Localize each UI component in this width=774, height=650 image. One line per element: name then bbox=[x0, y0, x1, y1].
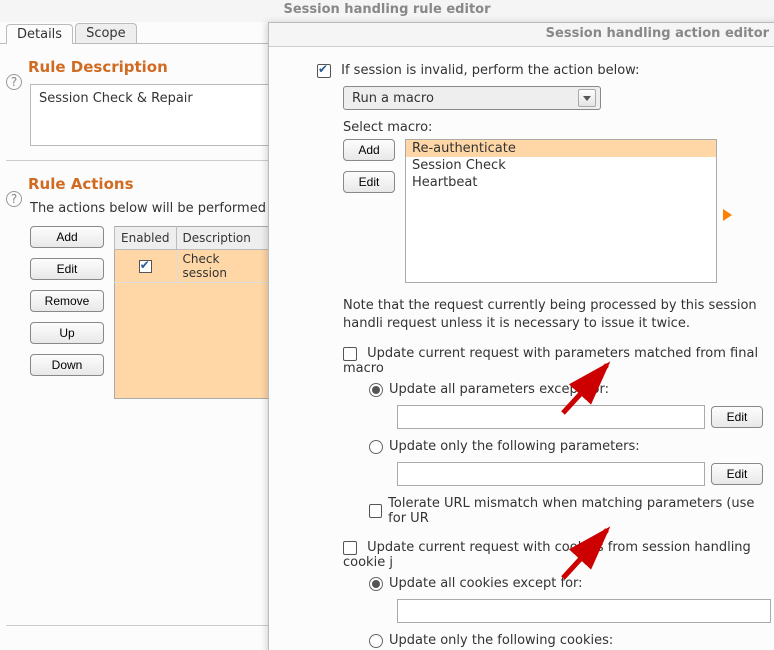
rule-window-title: Session handling rule editor bbox=[0, 0, 774, 22]
tolerate-url-checkbox[interactable] bbox=[369, 504, 382, 518]
help-icon[interactable]: ? bbox=[6, 74, 22, 90]
up-button[interactable]: Up bbox=[30, 322, 104, 344]
invalid-session-checkbox[interactable] bbox=[317, 64, 331, 78]
row-description: Check session bbox=[176, 250, 271, 283]
action-editor-window: Session handling action editor - If sess… bbox=[268, 22, 774, 650]
help-icon[interactable]: ? bbox=[6, 191, 22, 207]
tab-scope[interactable]: Scope bbox=[75, 23, 137, 43]
table-row[interactable]: Check session bbox=[115, 250, 272, 283]
invalid-session-label: If session is invalid, perform the actio… bbox=[341, 63, 639, 78]
remove-button[interactable]: Remove bbox=[30, 290, 104, 312]
action-select-value: Run a macro bbox=[352, 91, 434, 106]
down-button[interactable]: Down bbox=[30, 354, 104, 376]
macro-edit-button[interactable]: Edit bbox=[343, 171, 395, 193]
update-only-cookies-radio[interactable] bbox=[369, 634, 383, 648]
play-icon[interactable] bbox=[723, 209, 732, 221]
actions-table[interactable]: Enabled Description Check session bbox=[114, 226, 272, 399]
update-only-params-radio[interactable] bbox=[369, 440, 383, 454]
macro-list[interactable]: Re-authenticate Session Check Heartbeat bbox=[405, 139, 717, 283]
update-only-params-label: Update only the following parameters: bbox=[389, 439, 640, 454]
add-button[interactable]: Add bbox=[30, 226, 104, 248]
note-text: Note that the request currently being pr… bbox=[343, 297, 771, 332]
update-all-params-radio[interactable] bbox=[369, 383, 383, 397]
macro-add-button[interactable]: Add bbox=[343, 139, 395, 161]
action-window-title: Session handling action editor - bbox=[269, 23, 774, 47]
action-select[interactable]: Run a macro bbox=[343, 86, 601, 110]
tab-details[interactable]: Details bbox=[6, 24, 73, 44]
update-only-cookies-label: Update only the following cookies: bbox=[389, 633, 613, 648]
update-params-label: Update current request with parameters m… bbox=[343, 346, 758, 376]
rule-actions-buttons: Add Edit Remove Up Down bbox=[30, 226, 104, 376]
col-enabled[interactable]: Enabled bbox=[115, 227, 177, 250]
update-params-checkbox[interactable] bbox=[343, 347, 357, 361]
col-description[interactable]: Description bbox=[176, 227, 271, 250]
update-all-cookies-label: Update all cookies except for: bbox=[389, 576, 583, 591]
tolerate-url-label: Tolerate URL mismatch when matching para… bbox=[388, 496, 771, 526]
params-only-input[interactable] bbox=[397, 462, 705, 486]
row-enabled-checkbox[interactable] bbox=[139, 260, 152, 273]
rule-description-value: Session Check & Repair bbox=[39, 91, 193, 106]
update-all-cookies-radio[interactable] bbox=[369, 577, 383, 591]
chevron-down-icon bbox=[578, 89, 596, 107]
cookies-except-input[interactable] bbox=[397, 599, 771, 623]
update-cookies-checkbox[interactable] bbox=[343, 541, 357, 555]
macro-item[interactable]: Session Check bbox=[406, 157, 716, 174]
table-empty-area bbox=[115, 283, 272, 399]
params-except-edit-button[interactable]: Edit bbox=[711, 406, 763, 428]
params-except-input[interactable] bbox=[397, 405, 705, 429]
macro-item[interactable]: Re-authenticate bbox=[406, 140, 716, 157]
edit-button[interactable]: Edit bbox=[30, 258, 104, 280]
params-only-edit-button[interactable]: Edit bbox=[711, 463, 763, 485]
update-all-params-label: Update all parameters except for: bbox=[389, 382, 609, 397]
update-cookies-label: Update current request with cookies from… bbox=[343, 540, 751, 570]
macro-item[interactable]: Heartbeat bbox=[406, 174, 716, 191]
select-macro-label: Select macro: bbox=[343, 120, 771, 135]
